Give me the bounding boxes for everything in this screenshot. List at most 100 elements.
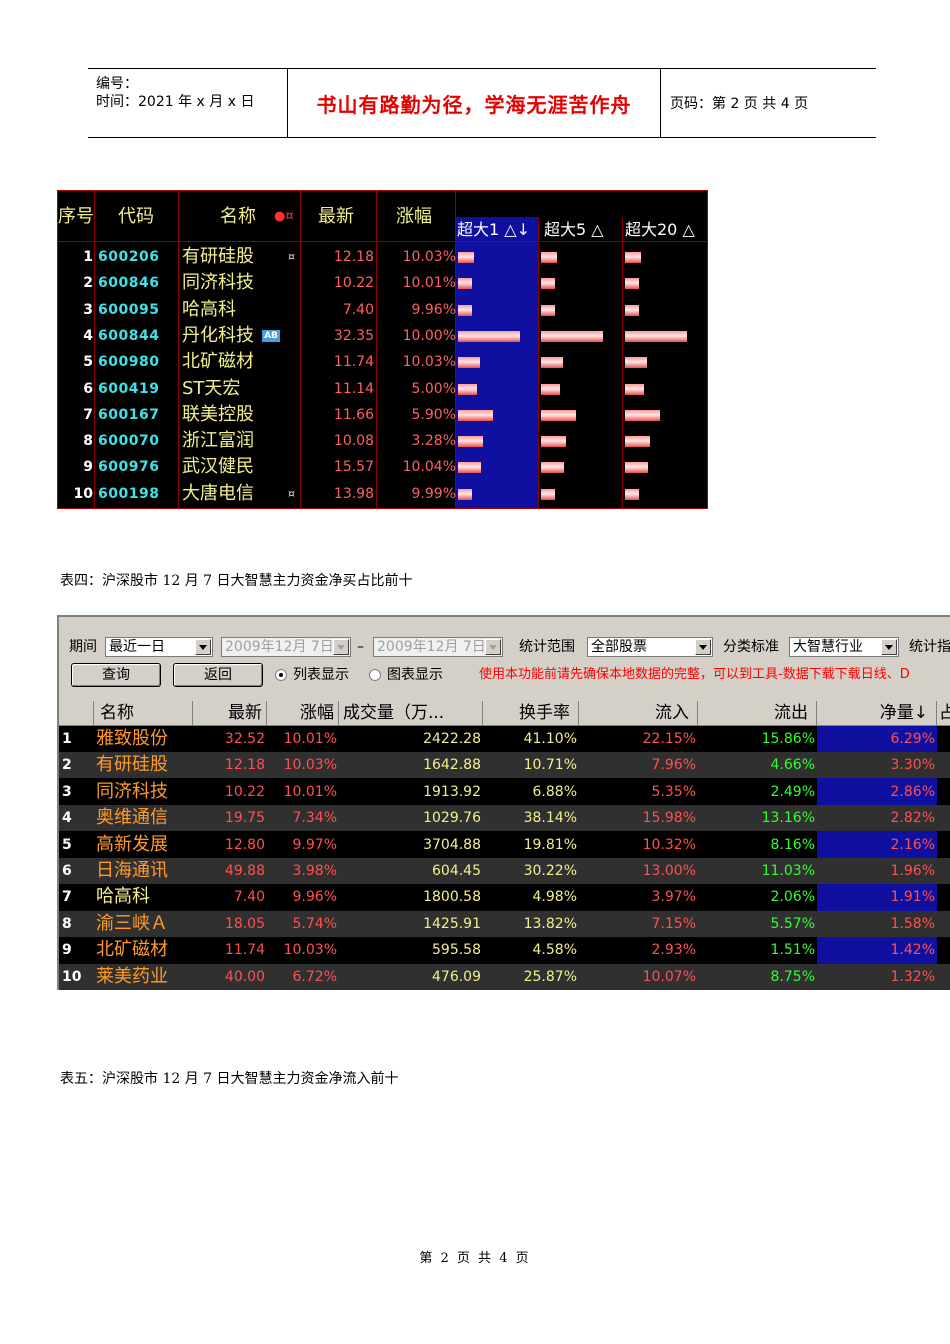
latest-price: 11.14 xyxy=(333,380,374,397)
table-row[interactable]: 5 600980 北矿磁材 11.74 10.03% xyxy=(58,349,707,375)
stock-name: 丹化科技 xyxy=(182,324,254,346)
col-header-inflow[interactable]: 流入 xyxy=(579,701,698,725)
flow-bar xyxy=(625,252,641,263)
flag-icon: ¤ xyxy=(288,486,295,500)
latest-price: 10.22 xyxy=(333,275,374,292)
col-header-price[interactable]: 最新 xyxy=(318,207,354,227)
turnover-rate: 38.14% xyxy=(523,810,577,827)
col-header-super1[interactable]: 超大1 △↓ xyxy=(457,221,530,239)
stock-name: 北矿磁材 xyxy=(96,939,168,961)
back-button[interactable]: 返回 xyxy=(173,663,263,687)
page-footer: 第 2 页 共 4 页 xyxy=(419,1251,531,1266)
table-row[interactable]: 8 渝三峡Ａ 18.05 5.74% 1425.91 13.82% 7.15% 5.57% 1.… xyxy=(59,910,950,937)
date-from-value: 2009年12月 7日 xyxy=(225,639,334,655)
row-index: 3 xyxy=(83,301,93,318)
col-header-outflow[interactable]: 流出 xyxy=(698,701,817,725)
table-row[interactable]: 2 有研硅股 12.18 10.03% 1642.88 10.71% 7.96% 4.66% 3… xyxy=(59,752,950,779)
table-row[interactable]: 5 高新发展 12.80 9.97% 3704.88 19.81% 10.32% 8.16% 2… xyxy=(59,832,950,858)
col-header-super20[interactable]: 超大20 △ xyxy=(625,221,695,239)
header-motto-cell: 书山有路勤为径，学海无涯苦作舟 xyxy=(287,69,661,137)
inflow: 22.15% xyxy=(642,731,696,747)
table-row[interactable]: 7 哈高科 7.40 9.96% 1800.58 4.98% 3.97% 2.06% 1.91% xyxy=(59,884,950,910)
stock-code: 600976 xyxy=(98,459,160,476)
classification-select[interactable]: 大智慧行业 xyxy=(789,637,899,657)
col-header-change[interactable]: 涨幅 xyxy=(396,207,432,227)
chart-view-radio[interactable] xyxy=(369,669,381,681)
table-row[interactable]: 4 600844 丹化科技 AB 32.35 10.00% xyxy=(58,323,707,349)
inflow: 15.98% xyxy=(642,810,696,827)
outflow: 4.66% xyxy=(770,757,815,774)
scope-select[interactable]: 全部股票 xyxy=(587,637,713,657)
latest-price: 10.22 xyxy=(224,783,265,800)
stock-code: 600206 xyxy=(98,249,160,265)
chevron-down-icon[interactable] xyxy=(195,639,211,655)
col-header-volume[interactable]: 成交量（万... xyxy=(339,701,483,725)
change-percent: 10.03% xyxy=(402,249,456,265)
volume: 1800.58 xyxy=(423,889,481,906)
col-header-net[interactable]: 净量↓ xyxy=(817,701,937,725)
table-row[interactable]: 1 600206 有研硅股 ¤ 12.18 10.03% xyxy=(58,244,707,270)
row-index: 8 xyxy=(83,433,93,450)
list-view-label[interactable]: 列表显示 xyxy=(293,665,349,685)
net-amount: 2.82% xyxy=(890,810,935,827)
table-row[interactable]: 3 600095 哈高科 7.40 9.96% xyxy=(58,297,707,323)
turnover-rate: 19.81% xyxy=(523,836,577,853)
date-to-select[interactable]: 2009年12月 7日 xyxy=(373,637,503,657)
chevron-down-icon[interactable] xyxy=(485,639,501,655)
col-header-turnover[interactable]: 换手率 xyxy=(483,701,579,725)
table-row[interactable]: 3 同济科技 10.22 10.01% 1913.92 6.88% 5.35% 2.49% 2.… xyxy=(59,779,950,805)
query-button[interactable]: 查询 xyxy=(71,663,161,687)
col-header-change[interactable]: 涨幅 xyxy=(267,701,339,725)
col-header-code[interactable]: 代码 xyxy=(118,207,154,227)
chevron-down-icon[interactable] xyxy=(333,639,349,655)
list-view-radio[interactable] xyxy=(275,669,287,681)
stock-name: 渝三峡Ａ xyxy=(96,912,168,934)
table-row[interactable]: 8 600070 浙江富润 10.08 3.28% xyxy=(58,428,707,454)
chart-view-label[interactable]: 图表显示 xyxy=(387,665,443,685)
col-header-super5[interactable]: 超大5 △ xyxy=(544,221,604,239)
stock-name: 武汉健民 xyxy=(182,456,254,478)
col-header-price[interactable]: 最新 xyxy=(193,701,267,725)
table-row[interactable]: 10 600198 大唐电信 ¤ 13.98 9.99% xyxy=(58,481,707,507)
change-percent: 3.28% xyxy=(411,433,456,450)
stock-name: 哈高科 xyxy=(96,886,150,908)
latest-price: 40.00 xyxy=(224,968,265,985)
stock-name: 有研硅股 xyxy=(182,246,254,267)
period-select[interactable]: 最近一日 xyxy=(105,637,213,657)
inflow: 2.93% xyxy=(651,942,696,959)
volume: 2422.28 xyxy=(423,731,481,747)
flow-bar xyxy=(625,436,650,448)
table-row[interactable]: 1 雅致股份 32.52 10.01% 2422.28 41.10% 22.15% 15.86… xyxy=(59,726,950,752)
table-row[interactable]: 6 日海通讯 49.88 3.98% 604.45 30.22% 13.00% 11.03% 1… xyxy=(59,858,950,884)
table-row[interactable]: 10 莱美药业 40.00 6.72% 476.09 25.87% 10.07% 8.75% 1… xyxy=(59,963,950,990)
table-row[interactable]: 9 北矿磁材 11.74 10.03% 595.58 4.58% 2.93% 1.51% 1.4… xyxy=(59,937,950,963)
change-percent: 9.96% xyxy=(292,889,337,906)
col-header-share[interactable]: 占 xyxy=(937,701,950,725)
col-header-name[interactable]: 名称 xyxy=(220,207,256,227)
table-row[interactable]: 4 奥维通信 19.75 7.34% 1029.76 38.14% 15.98% 13.16%… xyxy=(59,805,950,832)
chevron-down-icon[interactable] xyxy=(881,639,897,655)
col-header-name[interactable]: 名称 xyxy=(94,701,193,725)
flow-bar xyxy=(458,330,520,342)
data-integrity-notice: 使用本功能前请先确保本地数据的完整，可以到工具-数据下载下载日线、D xyxy=(479,667,910,682)
table-row[interactable]: 6 600419 ST天宏 11.14 5.00% xyxy=(58,376,707,402)
latest-price: 11.74 xyxy=(224,942,265,959)
table-row[interactable]: 2 600846 同济科技 10.22 10.01% xyxy=(58,270,707,296)
grid-header: 名称 最新 涨幅 成交量（万... 换手率 流入 流出 净量↓ 占 xyxy=(59,701,950,726)
flow-bar xyxy=(625,488,639,500)
stock-code: 600095 xyxy=(98,301,160,318)
caption-table-5: 表五：沪深股市 12 月 7 日大智慧主力资金净流入前十 xyxy=(60,1071,399,1087)
table-row[interactable]: 7 600167 联美控股 11.66 5.90% xyxy=(58,402,707,428)
stock-code: 600198 xyxy=(98,485,160,502)
date-from-select[interactable]: 2009年12月 7日 xyxy=(221,637,351,657)
stock-name: 联美控股 xyxy=(182,403,254,425)
stock-name: 北矿磁材 xyxy=(182,351,254,373)
table-row[interactable]: 9 600976 武汉健民 15.57 10.04% xyxy=(58,454,707,480)
col-header-blank[interactable] xyxy=(59,701,94,725)
col-header-index[interactable]: 序号 xyxy=(58,207,94,227)
outflow: 8.75% xyxy=(770,968,815,985)
volume: 3704.88 xyxy=(423,836,481,853)
volume: 595.58 xyxy=(432,942,481,959)
chevron-down-icon[interactable] xyxy=(695,639,711,655)
flow-bar xyxy=(458,488,472,500)
